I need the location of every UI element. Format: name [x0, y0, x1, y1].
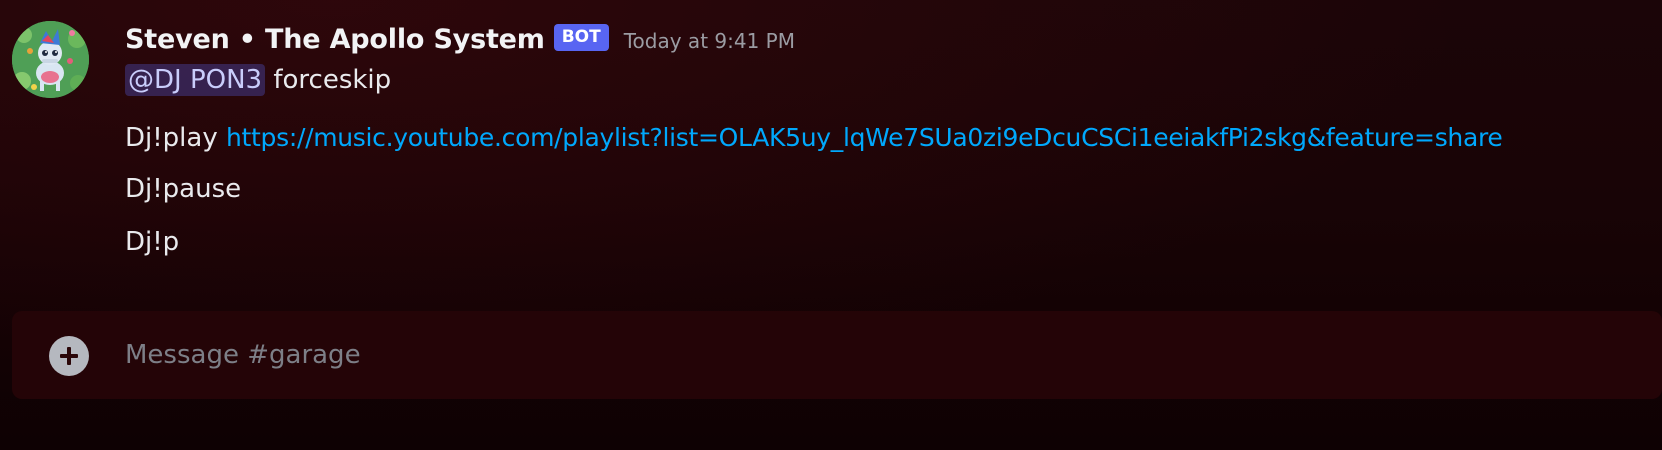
message-text: forceskip	[265, 65, 392, 95]
message-timestamp[interactable]: Today at 9:41 PM	[624, 29, 795, 53]
message-line: Dj!play https://music.youtube.com/playli…	[125, 120, 1503, 156]
message-text: Dj!p	[125, 227, 180, 257]
author-name[interactable]: Steven • The Apollo System	[125, 24, 545, 55]
chat-message: Steven • The Apollo System BOT Today at …	[0, 0, 1662, 290]
message-line: Dj!p	[125, 224, 179, 260]
message-line: @DJ PON3 forceskip	[125, 62, 391, 98]
message-line: Dj!pause	[125, 171, 241, 207]
user-mention[interactable]: @DJ PON3	[125, 64, 266, 96]
message-input[interactable]	[125, 332, 1625, 378]
message-composer	[12, 311, 1662, 399]
playlist-link[interactable]: https://music.youtube.com/playlist?list=…	[226, 123, 1503, 152]
author-avatar[interactable]	[12, 21, 89, 98]
message-header: Steven • The Apollo System BOT Today at …	[125, 20, 795, 58]
bot-badge: BOT	[553, 23, 609, 51]
message-text: Dj!play	[125, 123, 226, 153]
plus-circle-icon	[60, 347, 78, 365]
add-attachment-button[interactable]	[49, 336, 89, 376]
message-text: Dj!pause	[125, 174, 242, 204]
pony-avatar-icon	[12, 21, 89, 98]
